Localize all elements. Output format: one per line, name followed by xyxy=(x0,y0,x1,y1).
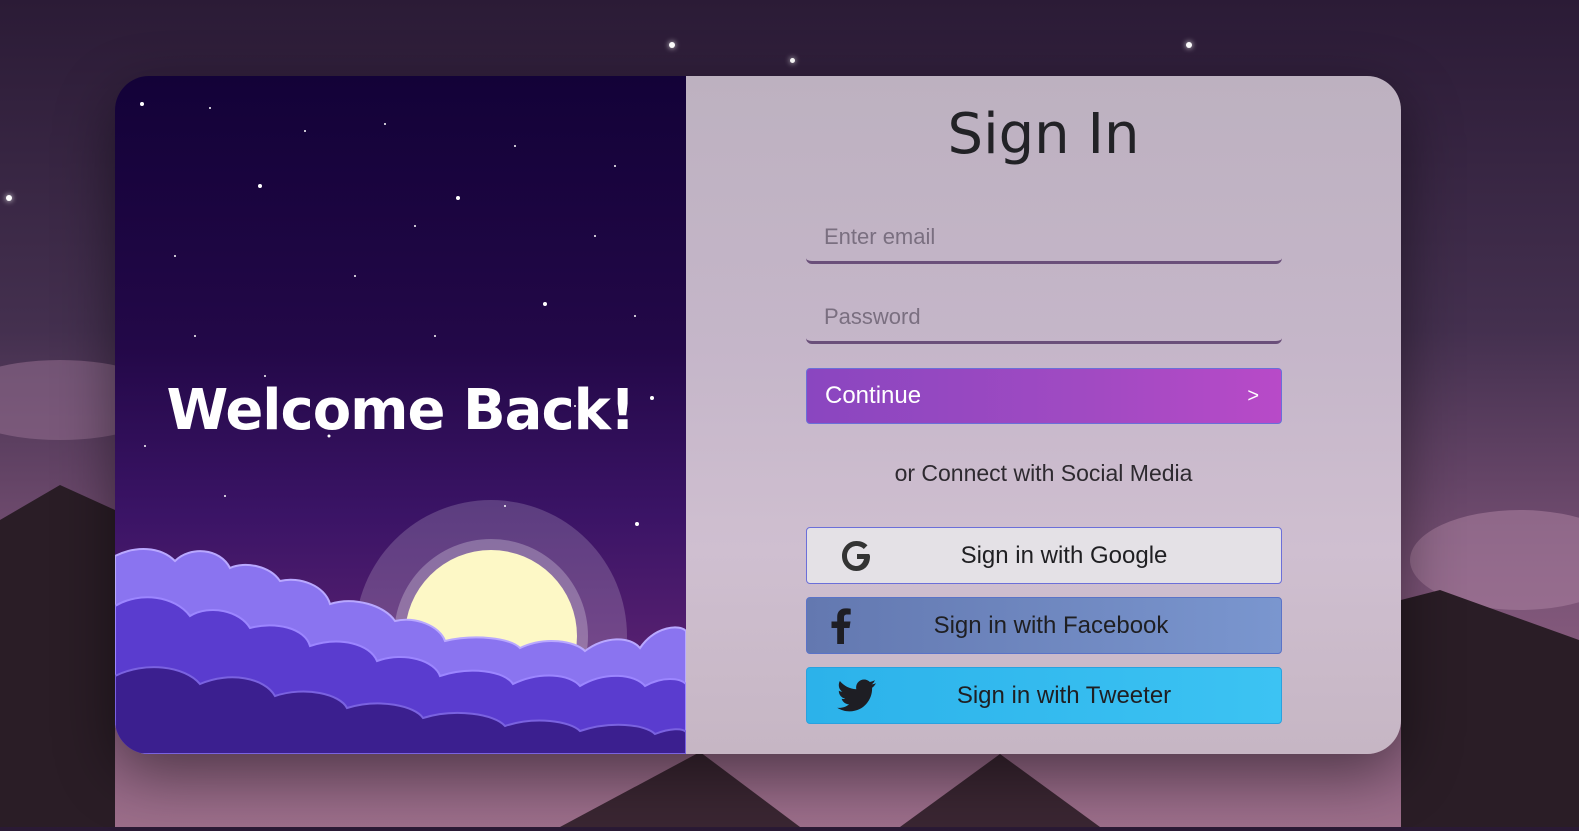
sky-stars xyxy=(140,102,654,526)
continue-button[interactable]: Continue > xyxy=(806,368,1282,424)
twitter-sign-in-button[interactable]: Sign in with Tweeter xyxy=(806,667,1282,724)
chevron-right-icon: > xyxy=(1247,384,1259,407)
google-sign-in-label: Sign in with Google xyxy=(960,541,1168,569)
facebook-icon xyxy=(791,607,891,644)
twitter-icon xyxy=(807,679,907,713)
continue-label: Continue xyxy=(825,382,922,409)
password-field[interactable] xyxy=(806,292,1282,344)
sign-in-panel: Sign In Continue > or Connect with Socia… xyxy=(686,76,1401,754)
facebook-sign-in-button[interactable]: Sign in with Facebook xyxy=(806,597,1282,654)
email-field[interactable] xyxy=(806,212,1282,264)
google-icon xyxy=(807,538,907,574)
google-sign-in-button[interactable]: Sign in with Google xyxy=(806,527,1282,584)
facebook-sign-in-label: Sign in with Facebook xyxy=(933,611,1169,639)
welcome-panel: Welcome Back! xyxy=(115,76,686,754)
social-media-divider: or Connect with Social Media xyxy=(894,460,1193,486)
welcome-heading: Welcome Back! xyxy=(166,378,636,443)
login-card: Welcome Back! Sign In Continue > or Conn… xyxy=(115,76,1401,754)
page-title: Sign In xyxy=(947,102,1140,167)
twitter-sign-in-label: Sign in with Tweeter xyxy=(956,681,1172,709)
